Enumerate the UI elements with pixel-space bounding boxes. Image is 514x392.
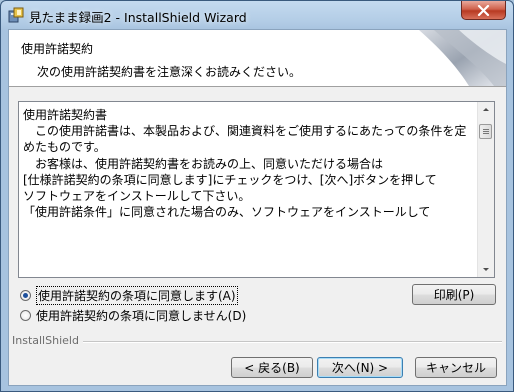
next-button[interactable]: 次へ(N) >: [317, 357, 403, 378]
decline-label[interactable]: 使用許諾契約の条項に同意しません(D): [36, 307, 246, 324]
license-line: めたものです。: [23, 140, 106, 155]
page-title: 使用許諾契約: [21, 42, 94, 56]
installer-window: 見たまま録画2 - InstallShield Wizard 使用許諾契約 次の…: [0, 0, 514, 392]
license-line: 「使用許諾条件」に同意された場合のみ、ソフトウェアをインストールして: [23, 205, 431, 220]
footer-divider: [83, 341, 502, 343]
cancel-button[interactable]: キャンセル: [415, 357, 497, 378]
wizard-header: 使用許諾契約 次の使用許諾契約書を注意深くお読みください。: [9, 30, 506, 87]
installshield-brand: InstallShield: [12, 334, 79, 347]
page-subtitle: 次の使用許諾契約書を注意深くお読みください。: [37, 65, 302, 79]
close-button[interactable]: [461, 1, 506, 20]
scroll-up-icon[interactable]: [478, 102, 494, 118]
title-bar[interactable]: 見たまま録画2 - InstallShield Wizard: [1, 1, 513, 29]
installer-icon: [8, 7, 24, 23]
accept-option[interactable]: 使用許諾契約の条項に同意します(A): [20, 285, 238, 305]
license-line: お客様は、使用許諾契約書をお読みの上、同意いただける場合は: [23, 156, 384, 171]
close-icon: [477, 5, 490, 16]
print-button[interactable]: 印刷(P): [412, 284, 496, 305]
wizard-body: 使用許諾契約 次の使用許諾契約書を注意深くお読みください。 使用許諾契約書 この…: [8, 29, 507, 386]
license-line: [仕様許諾契約の条項に同意します]にチェックをつけ、[次へ]ボタンを押して: [23, 172, 437, 187]
window-title: 見たまま録画2 - InstallShield Wizard: [29, 10, 247, 25]
back-button[interactable]: < 戻る(B): [231, 357, 313, 378]
decline-option[interactable]: 使用許諾契約の条項に同意しません(D): [20, 307, 246, 323]
license-line: この使用許諾書は、本製品および、関連資料をご使用するにあたっての条件を定: [23, 124, 467, 139]
scroll-down-icon[interactable]: [478, 261, 494, 277]
vertical-scrollbar[interactable]: [477, 102, 494, 277]
scroll-thumb[interactable]: [479, 124, 492, 139]
license-text: 使用許諾契約書 この使用許諾書は、本製品および、関連資料をご使用するにあたっての…: [23, 107, 471, 220]
page-curl-graphic: [419, 30, 506, 86]
license-line: ソフトウェアをインストールして下さい。: [23, 189, 251, 204]
license-line: 使用許諾契約書: [23, 108, 108, 122]
accept-label[interactable]: 使用許諾契約の条項に同意します(A): [36, 285, 238, 305]
accept-radio[interactable]: [20, 289, 31, 301]
decline-radio[interactable]: [20, 309, 31, 321]
license-text-area[interactable]: 使用許諾契約書 この使用許諾書は、本製品および、関連資料をご使用するにあたっての…: [18, 101, 495, 278]
